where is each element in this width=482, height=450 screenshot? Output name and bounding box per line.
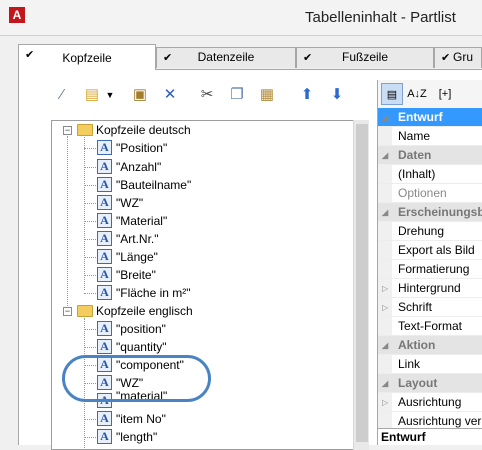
tree-scrollbar[interactable]: [353, 120, 369, 450]
tab-datenzeile[interactable]: ✔ Datenzeile: [156, 47, 296, 68]
property-export-als-bild[interactable]: Export als Bild: [378, 241, 482, 260]
property-grid: ▤ A↓Z [+] ◢ Entwurf Name ◢ Daten (Inhalt) …: [377, 80, 482, 445]
tab-kopfzeile[interactable]: ✔ Kopfzeile: [18, 44, 156, 70]
expanded-icon: ◢: [382, 208, 389, 217]
tree-item-label: "Position": [116, 141, 168, 155]
text-field-icon: A: [97, 213, 112, 228]
tab-label: Gru: [453, 50, 474, 64]
paste-icon[interactable]: ▦: [256, 84, 278, 106]
window-title: Tabelleninhalt - Partlist: [305, 9, 456, 26]
property-description: Entwurf: [378, 428, 482, 445]
property-schrift[interactable]: ▷ Schrift: [378, 298, 482, 317]
category-layout[interactable]: ◢ Layout: [378, 374, 482, 393]
text-field-icon: A: [97, 267, 112, 282]
autocad-icon[interactable]: A: [9, 7, 25, 23]
tab-strip: ✔ Kopfzeile ✔ Datenzeile ✔ Fußzeile ✔ Gr…: [18, 44, 482, 70]
category-aktion[interactable]: ◢ Aktion: [378, 336, 482, 355]
property-name[interactable]: Name: [378, 127, 482, 146]
title-bar: A Tabelleninhalt - Partlist: [0, 0, 482, 36]
collapsed-icon[interactable]: ▷: [382, 298, 388, 317]
property-text-format[interactable]: Text-Format: [378, 317, 482, 336]
tab-label: Fußzeile: [341, 50, 388, 64]
collapse-icon[interactable]: −: [63, 307, 72, 316]
text-field-icon: A: [97, 140, 112, 155]
property-inhalt[interactable]: (Inhalt): [378, 165, 482, 184]
tree-item-label: "Breite": [116, 268, 156, 282]
scrollbar-thumb[interactable]: [356, 124, 368, 442]
tree-item-label: "length": [116, 430, 158, 444]
tree-item-label: "Art.Nr.": [116, 232, 159, 246]
tree-item-label: "Bauteilname": [116, 178, 192, 192]
folder-icon: [77, 305, 93, 317]
text-field-icon: A: [97, 321, 112, 336]
property-hintergrund[interactable]: ▷ Hintergrund: [378, 279, 482, 298]
tree-item-label: "Anzahl": [116, 160, 162, 174]
tree-item-label: "item No": [116, 412, 166, 426]
tree-item-label: "Länge": [116, 250, 158, 264]
cut-icon[interactable]: ✂: [196, 84, 218, 106]
move-up-icon[interactable]: ⬆: [296, 84, 318, 106]
tree-item-label: "WZ": [116, 196, 144, 210]
expanded-icon: ◢: [382, 341, 389, 350]
property-link[interactable]: Link: [378, 355, 482, 374]
expand-all-button[interactable]: [+]: [431, 83, 459, 105]
magic-wand-icon[interactable]: ⁄: [51, 84, 73, 106]
sort-az-icon[interactable]: A↓Z: [406, 83, 428, 105]
text-field-icon: A: [97, 339, 112, 354]
text-field-icon: A: [97, 249, 112, 264]
text-field-icon: A: [97, 411, 112, 426]
expanded-icon: ◢: [382, 379, 389, 388]
text-field-icon: A: [97, 285, 112, 300]
categorized-icon[interactable]: ▤: [381, 83, 403, 105]
property-formatierung[interactable]: Formatierung: [378, 260, 482, 279]
property-toolbar: ▤ A↓Z [+]: [378, 80, 482, 108]
tree-item-label: "Material": [116, 214, 168, 228]
expanded-icon: ◢: [382, 113, 389, 122]
text-field-icon: A: [97, 159, 112, 174]
checkmark-icon: ✔: [441, 52, 451, 64]
expanded-icon: ◢: [382, 151, 389, 160]
category-erscheinungsbild[interactable]: ◢Erscheinungsbild: [378, 203, 482, 222]
tab-gruppe[interactable]: ✔ Gru: [434, 47, 482, 68]
tab-label: Datenzeile: [197, 50, 255, 64]
dropdown-arrow-icon[interactable]: ▼: [99, 84, 121, 106]
tree-group-label: Kopfzeile englisch: [96, 304, 193, 318]
tab-label: Kopfzeile: [62, 51, 112, 65]
collapsed-icon[interactable]: ▷: [382, 279, 388, 298]
tree-item-label: "Fläche in m²": [116, 286, 191, 300]
text-field-icon: A: [97, 177, 112, 192]
tree-item-label: "position": [116, 322, 166, 336]
text-field-icon: A: [97, 429, 112, 444]
delete-icon[interactable]: ✕: [159, 84, 181, 106]
property-drehung[interactable]: Drehung: [378, 222, 482, 241]
text-field-icon: A: [97, 231, 112, 246]
property-ausrichtung[interactable]: ▷ Ausrichtung: [378, 393, 482, 412]
properties-icon[interactable]: ▣: [129, 84, 151, 106]
collapse-icon[interactable]: −: [63, 126, 72, 135]
tab-fusszeile[interactable]: ✔ Fußzeile: [296, 47, 434, 68]
copy-icon[interactable]: ❐: [226, 84, 248, 106]
category-daten[interactable]: ◢ Daten: [378, 146, 482, 165]
highlight-circle: [62, 355, 211, 402]
text-field-icon: A: [97, 195, 112, 210]
category-entwurf[interactable]: ◢ Entwurf: [378, 108, 482, 127]
move-down-icon[interactable]: ⬇: [326, 84, 348, 106]
collapsed-icon[interactable]: ▷: [382, 393, 388, 412]
tree-item-label: "quantity": [116, 340, 167, 354]
folder-icon: [77, 124, 93, 136]
property-optionen[interactable]: Optionen: [378, 184, 482, 203]
tree-group-label: Kopfzeile deutsch: [96, 123, 191, 137]
